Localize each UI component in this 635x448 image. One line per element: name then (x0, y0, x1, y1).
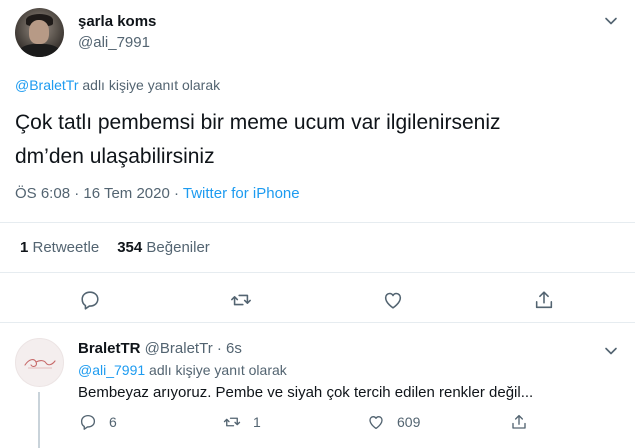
likes-stat[interactable]: 354 Beğeniler (117, 239, 210, 256)
reply-avatar[interactable] (15, 338, 64, 387)
reply-context-label: adlı kişiye yanıt olarak (78, 77, 221, 93)
reply-context-label: adlı kişiye yanıt olarak (145, 362, 287, 378)
reply-retweet-count: 1 (253, 414, 261, 430)
reply-reply-count: 6 (109, 414, 117, 430)
author-display-name[interactable]: şarla koms (78, 13, 156, 30)
heart-icon[interactable] (382, 289, 404, 311)
reply-icon (80, 414, 96, 430)
tweet-text-line: Çok tatlı pembemsi bir meme ucum var ilg… (15, 111, 501, 134)
retweets-stat[interactable]: 1 Retweetle (20, 239, 99, 256)
chevron-down-icon[interactable] (604, 14, 618, 28)
retweets-label: Retweetle (28, 239, 100, 256)
divider (0, 322, 635, 323)
tweet-text-line: dm’den ulaşabilirsiniz (15, 145, 215, 168)
chevron-down-icon[interactable] (604, 344, 618, 358)
heart-icon (369, 416, 383, 430)
reply-retweet-action[interactable]: 1 (223, 413, 261, 431)
reply-reply-action[interactable]: 6 (79, 413, 117, 431)
tweet-meta: ÖS 6:08 · 16 Tem 2020 · Twitter for iPho… (15, 185, 300, 202)
reply-context: @ali_7991 adlı kişiye yanıt olarak (78, 362, 287, 378)
divider (0, 222, 635, 223)
likes-label: Beğeniler (142, 239, 210, 256)
share-icon[interactable] (533, 289, 555, 311)
reply-mention-link[interactable]: @BraletTr (15, 77, 78, 93)
reply-like-action[interactable]: 609 (367, 413, 420, 431)
reply-header: BraletTR @BraletTr · 6s (78, 340, 242, 357)
avatar-face (29, 20, 49, 44)
author-handle[interactable]: @ali_7991 (78, 34, 150, 51)
reply-context: @BraletTr adlı kişiye yanıt olarak (15, 77, 220, 93)
bralet-logo-icon (24, 359, 56, 369)
reply-mention-link[interactable]: @ali_7991 (78, 362, 145, 378)
avatar[interactable] (15, 8, 64, 57)
reply-like-count: 609 (397, 414, 421, 430)
share-icon (512, 414, 526, 429)
tweet-source-link[interactable]: Twitter for iPhone (183, 185, 300, 202)
tweet-text: Çok tatlı pembemsi bir meme ucum var ilg… (15, 106, 615, 174)
tweet-timestamp[interactable]: ÖS 6:08 · 16 Tem 2020 · (15, 185, 183, 202)
reply-author-name[interactable]: BraletTR (78, 340, 141, 357)
retweet-icon (223, 417, 241, 427)
reply-text: Bembeyaz arıyoruz. Pembe ve siyah çok te… (78, 384, 534, 401)
likes-count: 354 (117, 239, 143, 256)
avatar-shirt (19, 44, 60, 57)
engagement-stats: 1 Retweetle 354 Beğeniler (20, 239, 210, 256)
reply-share-action[interactable] (510, 413, 540, 431)
reply-handle-time[interactable]: @BraletTr · 6s (141, 340, 242, 357)
retweet-icon[interactable] (230, 289, 252, 311)
reply-icon[interactable] (79, 289, 101, 311)
divider (0, 272, 635, 273)
thread-line (38, 392, 40, 448)
